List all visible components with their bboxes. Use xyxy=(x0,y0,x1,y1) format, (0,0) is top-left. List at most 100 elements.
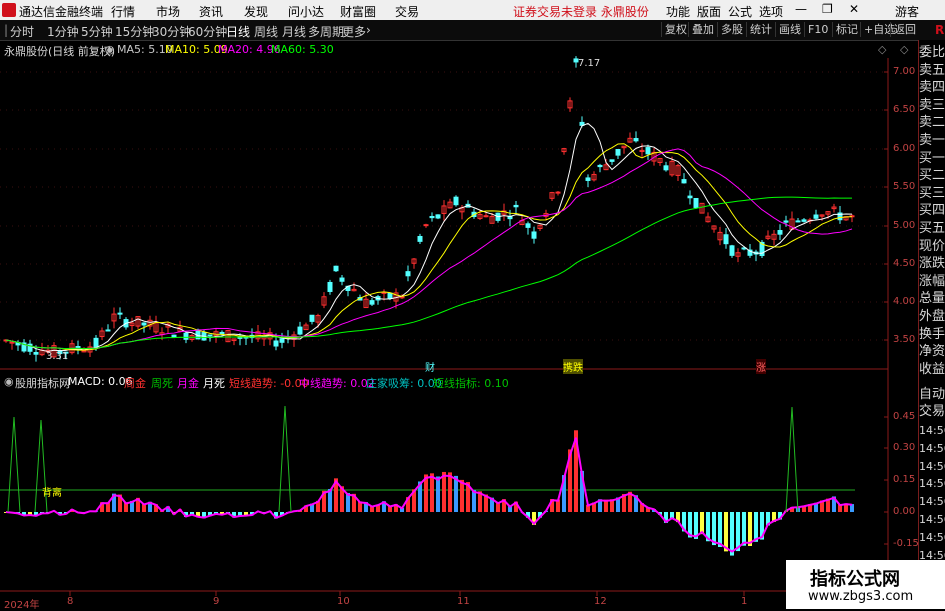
kline-chart[interactable] xyxy=(0,40,918,609)
y-tick: 4.50 xyxy=(893,258,915,269)
period-tab-1min[interactable]: 1分钟 xyxy=(47,23,79,40)
x-axis-label: 12 xyxy=(594,596,607,607)
y-tick: 3.50 xyxy=(893,334,915,345)
menu-layout[interactable]: 版面 xyxy=(697,3,721,20)
period-tab-weekly[interactable]: 周线 xyxy=(254,23,278,40)
y-tick: 5.50 xyxy=(893,181,915,192)
macd-bar xyxy=(730,512,734,556)
menu-trade[interactable]: 交易 xyxy=(395,3,419,20)
toolbar-multi-stock[interactable]: 多股 xyxy=(717,22,746,37)
quote-field-label: 买五 xyxy=(919,220,945,237)
short-indicator: 短线指标: 0.10 xyxy=(433,375,509,391)
period-tab-timeshare[interactable]: 分时 xyxy=(10,23,34,40)
menu-quotes[interactable]: 行情 xyxy=(111,3,135,20)
tick-time-label: 14:56 xyxy=(919,529,945,546)
period-tab-15min[interactable]: 15分钟 xyxy=(115,23,154,40)
toolbar-restore-rights[interactable]: 复权 xyxy=(661,22,690,37)
indicator-eye-icon[interactable]: ◉ xyxy=(4,375,14,388)
more-chevron-icon[interactable]: › xyxy=(366,23,371,37)
toolbar-back[interactable]: 返回 xyxy=(890,22,919,37)
candle-body xyxy=(274,341,278,346)
eye-icon[interactable]: ◉ xyxy=(105,43,115,56)
toolbar-draw[interactable]: 画线 xyxy=(775,22,804,37)
menu-fortune[interactable]: 财富圈 xyxy=(340,3,376,20)
tick-time-label: 14:56 xyxy=(919,511,945,528)
menu-discover[interactable]: 发现 xyxy=(244,3,268,20)
event-label-drop[interactable]: 携跌 xyxy=(563,359,583,374)
sub-y-tick: 0.30 xyxy=(893,442,915,453)
candle-body xyxy=(208,335,212,336)
tick-time-label: 14:56 xyxy=(919,475,945,492)
candle-body xyxy=(10,342,14,343)
menu-function[interactable]: 功能 xyxy=(666,3,690,20)
x-axis-label: 11 xyxy=(457,596,470,607)
event-label-rise[interactable]: 涨 xyxy=(756,359,766,374)
quote-field-label: 买三 xyxy=(919,185,945,202)
macd-bar xyxy=(742,512,746,546)
quote-field-label: 卖五 xyxy=(919,62,945,79)
candle-body xyxy=(340,278,344,281)
sub-y-tick: -0.15 xyxy=(893,538,919,549)
logo-letter: R xyxy=(935,23,944,37)
toolbar-overlay[interactable]: 叠加 xyxy=(688,22,717,37)
candle-body xyxy=(430,216,434,217)
period-tab-5min[interactable]: 5分钟 xyxy=(81,23,113,40)
quote-field-label: 涨幅 xyxy=(919,273,945,290)
candle-body xyxy=(784,221,788,222)
menu-market[interactable]: 市场 xyxy=(156,3,180,20)
candle-body xyxy=(118,313,122,314)
high-price-label: 7.17 xyxy=(578,58,600,69)
login-warning[interactable]: 证券交易未登录 永鼎股份 xyxy=(513,3,649,20)
quote-field-label: 外盘 xyxy=(919,308,945,325)
candle-body xyxy=(532,232,536,238)
macd-value: MACD: 0.06 xyxy=(68,375,133,388)
period-tab-more[interactable]: 更多 xyxy=(342,23,366,40)
candle-body xyxy=(238,337,242,338)
candle-body xyxy=(796,221,800,222)
auto-trade-label-2[interactable]: 交易 xyxy=(919,403,945,420)
user-name[interactable]: 游客 xyxy=(895,3,919,20)
candle-body xyxy=(184,333,188,339)
event-label-finance[interactable]: 财 xyxy=(425,359,435,374)
period-tab-daily[interactable]: 日线 xyxy=(226,23,250,40)
menu-options[interactable]: 选项 xyxy=(759,3,783,20)
settings-diamond-icon[interactable]: ◇ xyxy=(900,43,908,56)
restore-icon[interactable]: ❐ xyxy=(822,2,833,16)
auto-trade-label[interactable]: 自动 xyxy=(919,386,945,403)
close-icon[interactable]: ✕ xyxy=(849,2,859,16)
candle-body xyxy=(514,205,518,206)
candle-body xyxy=(694,199,698,208)
quote-field-label: 委比 xyxy=(919,44,945,61)
toolbar-f10[interactable]: F10 xyxy=(804,22,831,37)
menu-news[interactable]: 资讯 xyxy=(199,3,223,20)
candle-body xyxy=(106,330,110,331)
candle-body xyxy=(688,196,692,198)
divergence-label: 背离 xyxy=(42,484,62,499)
short-trend: 短线趋势: -0.00 xyxy=(229,375,309,391)
toolbar-mark[interactable]: 标记 xyxy=(832,22,861,37)
period-tab-multi[interactable]: 多周期 xyxy=(308,23,344,40)
period-tab-60min[interactable]: 60分钟 xyxy=(188,23,227,40)
app-logo-icon xyxy=(2,3,16,17)
sub-y-tick: 0.45 xyxy=(893,411,915,422)
candle-body xyxy=(730,246,734,256)
menu-ask[interactable]: 问小达 xyxy=(288,3,324,20)
macd-bar xyxy=(460,480,464,512)
menu-formula[interactable]: 公式 xyxy=(728,3,752,20)
y-tick: 6.50 xyxy=(893,104,915,115)
quote-field-label: 买一 xyxy=(919,150,945,167)
period-tab-monthly[interactable]: 月线 xyxy=(282,23,306,40)
toolbar-stats[interactable]: 统计 xyxy=(746,22,775,37)
period-tab-30min[interactable]: 30分钟 xyxy=(152,23,191,40)
diamond-icon[interactable]: ◇ xyxy=(878,43,886,56)
candle-body xyxy=(418,236,422,241)
macd-bar xyxy=(718,512,722,547)
signal-spike xyxy=(279,406,291,512)
low-price-label: 3.31 xyxy=(46,351,68,362)
candle-body xyxy=(634,139,638,141)
minimize-icon[interactable]: — xyxy=(795,2,807,16)
quote-field-label: 卖四 xyxy=(919,79,945,96)
candle-body xyxy=(646,148,650,154)
quote-field-label: 总量 xyxy=(919,290,945,307)
ma60-label: MA60: 5.30 xyxy=(271,43,334,56)
